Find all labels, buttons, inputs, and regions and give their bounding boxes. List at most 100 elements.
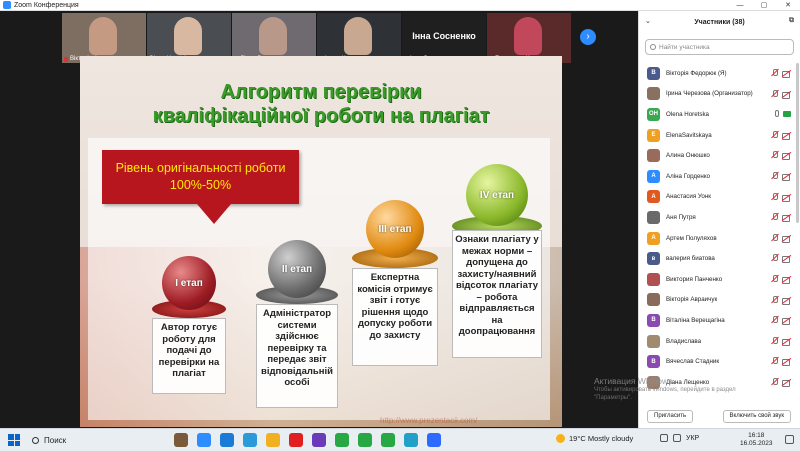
stage-4-sphere: IV етап — [466, 164, 528, 226]
mic-on-icon — [775, 110, 779, 118]
participant-video — [174, 17, 202, 55]
participant-row[interactable]: А Аліна Горденко — [639, 166, 799, 187]
participant-name: Olena Horetska — [666, 110, 709, 118]
maximize-icon[interactable]: ▢ — [752, 0, 776, 11]
clock-time: 16:18 — [748, 432, 765, 439]
taskbar-app-icon[interactable] — [174, 433, 188, 447]
search-placeholder: Найти участника — [659, 43, 710, 51]
weather-widget[interactable]: 19°C Mostly cloudy — [556, 434, 633, 443]
windows-taskbar: Поиск 19°C Mostly cloudy УКР 16:18 16.05… — [0, 428, 800, 451]
taskbar-app-icon[interactable] — [220, 433, 234, 447]
participant-row[interactable]: E ElenaSavitskaya — [639, 125, 799, 146]
participant-status-icons — [771, 130, 791, 140]
participant-name: валерия биатова — [666, 255, 715, 263]
windows-activation-watermark: Активация Windows Чтобы активировать Win… — [594, 376, 736, 402]
taskbar-search[interactable]: Поиск — [32, 436, 132, 445]
camera-off-icon — [782, 358, 791, 367]
participants-header: ⌄ Участники (38) ⧉ — [639, 11, 800, 33]
taskbar-clock[interactable]: 16:18 16.05.2023 — [740, 432, 773, 448]
window-title: Zoom Конференция — [14, 1, 79, 9]
mic-off-icon — [771, 69, 778, 77]
avatar: А — [647, 231, 660, 245]
taskbar-app-icon[interactable] — [427, 433, 441, 447]
participant-row[interactable]: в валерия биатова — [639, 248, 799, 269]
taskbar-app-icon[interactable] — [404, 433, 418, 447]
language-indicator[interactable]: УКР — [686, 435, 699, 442]
participants-scrollbar[interactable] — [796, 63, 799, 223]
participant-row[interactable]: Владислава — [639, 331, 799, 352]
participant-row[interactable]: В Вікторія Федорюк (Я) — [639, 63, 799, 84]
participant-video — [344, 17, 372, 55]
mic-off-icon — [771, 233, 778, 242]
mic-off-icon — [771, 336, 778, 345]
participant-name: Артем Полуляхов — [666, 234, 717, 242]
thumbnail-big-name: Інна Сосненко — [412, 31, 476, 41]
camera-off-icon — [782, 70, 791, 78]
system-tray: УКР — [660, 434, 699, 442]
participant-status-icons — [771, 233, 791, 243]
participant-row[interactable]: А Артем Полуляхов — [639, 228, 799, 249]
avatar: В — [647, 66, 660, 80]
video-area: Вікторія ФедорюкOlena HoretskaДіана Леще… — [0, 11, 638, 428]
taskbar-app-icon[interactable] — [335, 433, 349, 447]
taskbar-app-icon[interactable] — [289, 433, 303, 447]
mic-off-icon — [771, 151, 778, 159]
network-icon[interactable] — [660, 434, 668, 442]
participant-row[interactable]: Ірина Черезова (Организатор) — [639, 84, 799, 105]
weather-sun-icon — [556, 434, 565, 443]
participant-name: Вікторія Федорюк (Я) — [666, 69, 727, 77]
search-icon — [32, 436, 39, 444]
taskbar-app-icon[interactable] — [243, 433, 257, 447]
participant-name: Алина Онюшко — [666, 152, 710, 160]
avatar — [647, 293, 660, 307]
participant-row[interactable]: В Вячеслав Стадник — [639, 351, 799, 372]
volume-icon[interactable] — [673, 434, 681, 442]
weather-text: 19°C Mostly cloudy — [569, 434, 634, 443]
clock-date: 16.05.2023 — [740, 440, 773, 447]
window-controls: — ▢ ✕ — [728, 0, 800, 11]
participant-status-icons — [771, 192, 791, 202]
camera-off-icon — [782, 214, 791, 223]
taskbar-app-icon[interactable] — [381, 433, 395, 447]
taskbar-app-icon[interactable] — [358, 433, 372, 447]
taskbar-app-icon[interactable] — [266, 433, 280, 447]
popout-icon[interactable]: ⧉ — [789, 17, 794, 25]
search-icon — [650, 44, 656, 50]
avatar — [647, 87, 660, 101]
windows-start-icon[interactable] — [8, 434, 20, 446]
camera-off-icon — [782, 194, 791, 202]
participant-name: Виктория Панченко — [666, 275, 723, 283]
participant-row[interactable]: А Анастасия Уонк — [639, 187, 799, 208]
mic-off-icon — [771, 130, 778, 139]
participant-name: Вікторія Авраичук — [666, 296, 718, 304]
participant-row[interactable]: Аня Путря — [639, 207, 799, 228]
unmute-self-button[interactable]: Включить свой звук — [722, 409, 791, 423]
taskbar-apps — [174, 433, 441, 447]
participant-row[interactable]: Виктория Панченко — [639, 269, 799, 290]
participant-status-icons — [771, 254, 791, 264]
camera-off-icon — [782, 255, 791, 264]
camera-off-icon — [782, 173, 791, 181]
participant-row[interactable]: Вікторія Авраичук — [639, 290, 799, 311]
taskbar-app-icon[interactable] — [197, 433, 211, 447]
minimize-icon[interactable]: — — [728, 0, 752, 11]
stage-4-text: Ознаки плагіату у межах норми – допущена… — [452, 230, 542, 358]
close-icon[interactable]: ✕ — [776, 0, 800, 11]
participant-row[interactable]: Алина Онюшко — [639, 145, 799, 166]
avatar — [647, 272, 660, 286]
avatar: В — [647, 313, 660, 327]
chevron-down-icon[interactable]: ⌄ — [645, 17, 651, 25]
participant-search-input[interactable]: Найти участника — [645, 39, 794, 55]
invite-button[interactable]: Пригласить — [647, 409, 694, 423]
next-page-arrow-icon[interactable]: › — [580, 29, 596, 45]
notifications-icon[interactable] — [785, 435, 794, 444]
participant-status-icons — [771, 336, 791, 346]
stage-3-text: Експертна комісія отримує звіт і готує р… — [352, 268, 438, 366]
banner-line-2: 100%-50% — [169, 178, 232, 192]
taskbar-app-icon[interactable] — [312, 433, 326, 447]
activation-title: Активация Windows — [594, 376, 673, 386]
shared-slide: Алгоритм перевірки кваліфікаційної робот… — [80, 56, 562, 427]
participant-row[interactable]: OH Olena Horetska — [639, 104, 799, 125]
muted-mic-icon — [64, 56, 68, 62]
participant-row[interactable]: В Віталіна Верещагіна — [639, 310, 799, 331]
